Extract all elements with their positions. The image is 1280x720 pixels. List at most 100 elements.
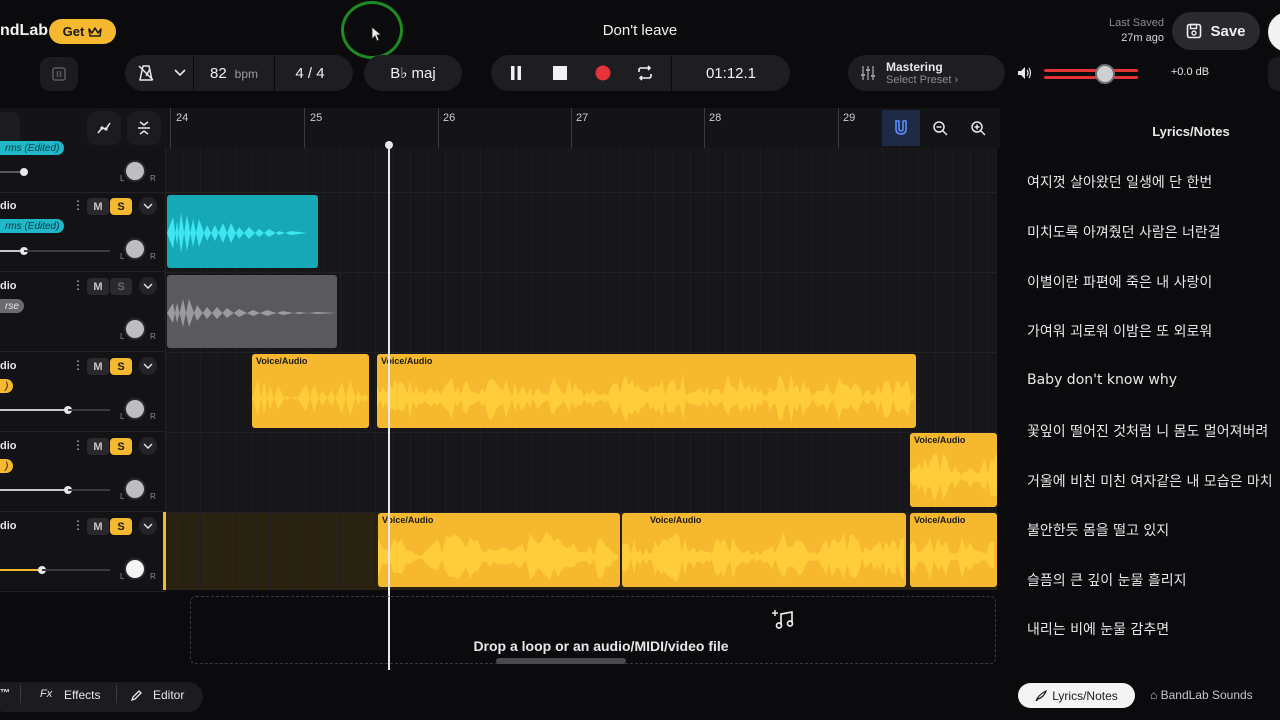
solo-button[interactable]: S [110,198,132,215]
lyric-line[interactable]: Baby don't know why [1027,372,1177,388]
chevron-down-icon [143,283,153,289]
bottom-truncated-mark[interactable]: ™ [0,688,10,699]
divider [116,685,117,703]
drop-zone[interactable]: Drop a loop or an audio/MIDI/video file [190,596,996,664]
expand-panel-button[interactable] [1268,57,1280,91]
audio-clip[interactable]: Voice/Audio [622,513,906,587]
track-expand-button[interactable] [139,437,157,455]
track-menu-icon[interactable]: ⋮ [72,438,84,452]
lyric-line[interactable]: 거울에 비친 미친 여자같은 내 모습은 마치 [1027,471,1273,491]
stop-button[interactable] [541,66,579,80]
track-expand-button[interactable] [139,357,157,375]
snap-to-grid-button[interactable] [882,110,920,146]
pan-knob[interactable] [124,398,146,420]
song-title[interactable]: Don't leave [540,22,740,39]
track-name[interactable]: dio [0,280,17,292]
track-volume-fader[interactable] [0,489,68,491]
track-menu-icon[interactable]: ⋮ [72,518,84,532]
time-signature-value: 4 / 4 [295,64,325,82]
fader-handle[interactable] [20,168,28,176]
track-menu-icon[interactable]: ⋮ [72,278,84,292]
speaker-icon[interactable] [1017,66,1033,80]
audio-clip-teal[interactable] [167,195,318,268]
lyric-line[interactable]: 여지껏 살아왔던 일생에 단 한번 [1027,172,1212,192]
bpm-field[interactable]: 82 bpm [194,65,274,82]
mute-button[interactable]: M [87,438,109,455]
track-lane[interactable] [166,148,997,193]
time-display[interactable]: 01:12.1 [672,65,790,82]
audio-clip-muted[interactable] [167,275,337,348]
mute-button[interactable]: M [87,198,109,215]
solo-button[interactable]: S [110,278,132,295]
editor-button[interactable]: Editor [153,688,184,702]
lyric-line[interactable]: 미치도록 아껴줬던 사람은 너란걸 [1027,222,1221,242]
mute-button[interactable]: M [87,278,109,295]
audio-clip[interactable]: Voice/Audio [377,354,916,428]
tab-bandlab-sounds[interactable]: ⌂ BandLab Sounds [1150,688,1253,702]
get-membership-button[interactable]: Get [49,19,116,44]
track-volume-fader[interactable] [0,409,68,411]
master-volume-slider[interactable] [1044,68,1138,80]
audio-clip[interactable]: Voice/Audio [378,513,620,587]
lyric-line[interactable]: 이별이란 파편에 죽은 내 사랑이 [1027,272,1212,292]
track-name[interactable]: dio [0,360,17,372]
waveform [377,373,914,423]
track-header[interactable]: rms (Edited) L R [0,113,166,193]
solo-button[interactable]: S [110,358,132,375]
playhead[interactable] [388,144,390,670]
volume-slider-handle[interactable] [1095,64,1116,84]
mute-button[interactable]: M [87,518,109,535]
time-signature-field[interactable]: 4 / 4 [275,65,345,82]
avatar[interactable] [1268,12,1280,52]
track-expand-button[interactable] [139,517,157,535]
lyric-line[interactable]: 내리는 비에 눈물 감추면 [1027,619,1169,639]
track-header[interactable]: dio ⋮ M S) L R [0,432,166,512]
metronome-dropdown[interactable] [167,69,193,77]
lyric-line[interactable]: 가여워 괴로워 이밤은 또 외로워 [1027,321,1212,341]
lyric-line[interactable]: 꽃잎이 떨어진 것처럼 니 몸도 멀어져버려 [1027,421,1268,441]
metronome-button[interactable] [125,64,167,82]
zoom-in-button[interactable] [960,110,996,146]
pan-knob[interactable] [124,318,146,340]
save-button[interactable]: Save [1172,12,1260,50]
lyric-line[interactable]: 슬픔의 큰 깊이 눈물 흘리지 [1027,570,1186,590]
track-header[interactable]: dio ⋮ M Srse L R [0,272,166,352]
audio-clip[interactable]: Voice/Audio [910,513,997,587]
mastering-preset-button[interactable]: Mastering Select Preset › [848,55,1005,91]
track-expand-button[interactable] [139,197,157,215]
audio-clip[interactable]: Voice/Audio [252,354,369,428]
track-header[interactable]: dio ⋮ M Srms (Edited) L R [0,192,166,272]
zoom-out-button[interactable] [922,110,958,146]
track-lane[interactable] [166,433,997,513]
tab-lyrics-notes[interactable]: Lyrics/Notes [1018,683,1135,708]
mute-button[interactable]: M [87,358,109,375]
track-name[interactable]: dio [0,200,17,212]
audio-clip[interactable]: Voice/Audio [910,433,997,507]
loop-button[interactable] [627,65,663,81]
bpm-unit: bpm [234,66,259,81]
track-expand-button[interactable] [139,277,157,295]
track-header[interactable]: dio ⋮ M S L R [0,512,166,592]
solo-button[interactable]: S [110,518,132,535]
track-menu-icon[interactable]: ⋮ [72,198,84,212]
track-name[interactable]: dio [0,440,17,452]
horizontal-scrollbar[interactable] [496,658,626,664]
track-header[interactable]: dio ⋮ M S) L R [0,352,166,432]
effects-button[interactable]: Effects [64,688,100,702]
panel-toggle-button[interactable] [40,57,78,91]
lyric-line[interactable]: 불안한듯 몸을 떨고 있지 [1027,520,1169,540]
key-selector[interactable]: B♭ maj [364,55,462,91]
pan-knob[interactable] [124,558,146,580]
record-button[interactable] [579,65,627,81]
pan-left-label: L [120,332,125,341]
pan-knob[interactable] [124,478,146,500]
track-menu-icon[interactable]: ⋮ [72,358,84,372]
solo-button[interactable]: S [110,438,132,455]
pan-knob[interactable] [124,160,146,182]
track-name[interactable]: dio [0,520,17,532]
playhead-handle[interactable] [385,141,393,149]
track-volume-fader[interactable] [0,569,42,571]
pause-button[interactable] [491,65,541,81]
pan-knob[interactable] [124,238,146,260]
bandlab-logo[interactable]: ndLab [0,22,48,40]
